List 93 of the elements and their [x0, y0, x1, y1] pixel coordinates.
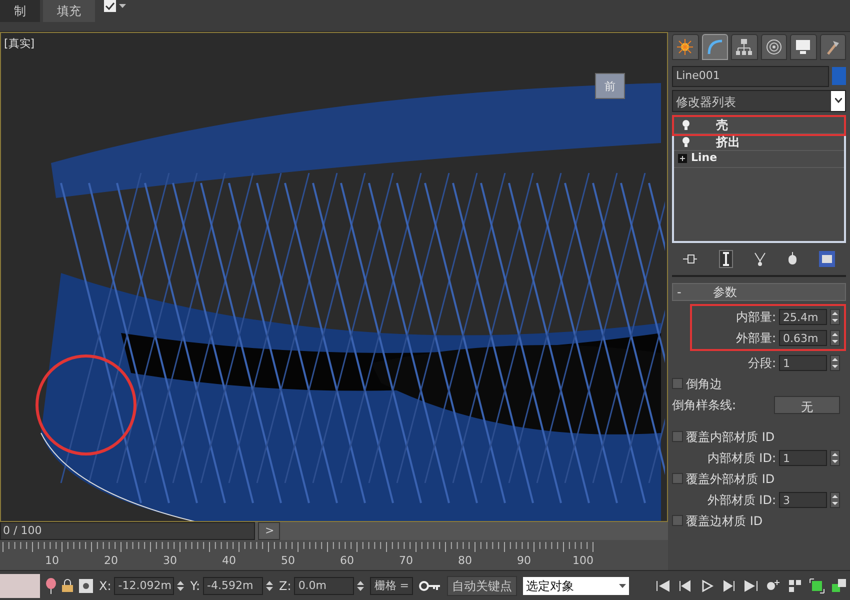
previous-frame-icon[interactable]: [677, 578, 693, 594]
modifier-stack-item[interactable]: Line: [674, 150, 844, 168]
command-tab[interactable]: [731, 34, 758, 60]
viewport[interactable]: [真实] 前: [0, 32, 668, 522]
command-tab[interactable]: [760, 34, 787, 60]
grid-readout: 栅格 =: [370, 576, 414, 594]
spinner-arrows-icon[interactable]: [357, 578, 364, 592]
command-tab[interactable]: [790, 34, 816, 60]
tick-label: 90: [517, 552, 531, 568]
tick-label: 70: [399, 552, 413, 568]
checkbox-label[interactable]: 倒角边: [686, 374, 722, 392]
auto-key-button[interactable]: 自动关键点: [447, 576, 518, 596]
pin-icon[interactable]: [682, 254, 697, 264]
monitor-icon: [795, 39, 812, 55]
timeline-ruler[interactable]: 10 20 30 40 50 60 70 80 90 100: [0, 540, 668, 570]
hierarchy-icon: [736, 39, 752, 55]
next-frame-icon[interactable]: [721, 578, 737, 594]
chevron-icon: [834, 98, 842, 103]
coordinate-label: X:: [99, 578, 112, 594]
lock-icon[interactable]: [62, 579, 73, 592]
spinner-arrows-icon[interactable]: [830, 330, 840, 346]
checkbox[interactable]: [672, 515, 683, 526]
modifier-list-dropdown[interactable]: 修改器列表: [672, 90, 846, 112]
balloon-icon[interactable]: [46, 578, 56, 594]
coordinate-label: Z:: [279, 578, 292, 594]
cubes-icon[interactable]: [831, 578, 847, 594]
spinner-field[interactable]: 1: [779, 354, 827, 370]
spinner-label: 外部量:: [736, 330, 776, 346]
caret-icon[interactable]: [119, 4, 126, 8]
command-tab[interactable]: [820, 34, 846, 60]
selection-dropdown[interactable]: 选定对象: [523, 576, 630, 594]
spinner-label: 内部量:: [736, 308, 776, 326]
spinner-field[interactable]: 25.4m: [779, 308, 827, 324]
checkbox-label[interactable]: 覆盖外部材质 ID: [686, 470, 775, 488]
frame-icon[interactable]: [809, 578, 825, 594]
coordinate-field[interactable]: -12.092m: [114, 576, 174, 594]
caret-icon: [619, 584, 626, 588]
bevel-spline-label: 倒角样条线:: [672, 396, 736, 414]
object-name-field[interactable]: Line001: [672, 66, 829, 86]
tick-label: 30: [163, 552, 177, 568]
spinner-field[interactable]: 0.63m: [779, 330, 827, 346]
bulb-icon[interactable]: [682, 120, 690, 130]
checkbox-label[interactable]: 覆盖内部材质 ID: [686, 428, 775, 446]
color-swatch: [0, 574, 40, 598]
command-tab[interactable]: [672, 34, 698, 60]
pick-spline-button[interactable]: 无: [774, 396, 840, 414]
checkbox[interactable]: [672, 473, 683, 484]
spinner-label: 外部材质 ID:: [707, 492, 776, 508]
go-to-start-icon[interactable]: [655, 578, 671, 594]
spinner-label: 内部材质 ID:: [707, 450, 776, 466]
tick-label: 100: [572, 552, 594, 568]
tick-label: 10: [45, 552, 59, 568]
modifier-stack-item[interactable]: 挤出: [674, 134, 844, 150]
spinner-arrows-icon[interactable]: [177, 578, 184, 592]
coordinate-field[interactable]: 0.0m: [294, 576, 354, 594]
key-icon[interactable]: [419, 580, 442, 590]
fork-icon[interactable]: [754, 252, 766, 266]
spinner-arrows-icon[interactable]: [830, 308, 840, 324]
spinner-arrows-icon[interactable]: [266, 578, 274, 592]
spinner-arrows-icon[interactable]: [830, 354, 840, 370]
spinner-arrows-icon[interactable]: [830, 492, 840, 508]
target-icon: [766, 39, 782, 55]
spinner-field[interactable]: 3: [779, 492, 827, 508]
ribbon-tab[interactable]: 填充: [43, 0, 95, 22]
coordinate-label: Y:: [190, 578, 200, 594]
bulb-icon[interactable]: [682, 136, 690, 146]
spinner-label: 分段:: [748, 354, 776, 372]
tick-label: 50: [281, 552, 295, 568]
spinner-field[interactable]: 1: [779, 450, 827, 466]
sun-icon: [677, 39, 694, 55]
object-color-swatch[interactable]: [832, 67, 846, 86]
rollout-header[interactable]: - 参数: [672, 282, 846, 300]
next-frame-button[interactable]: >: [258, 522, 280, 540]
tick-label: 60: [340, 552, 354, 568]
tick-label: 80: [458, 552, 472, 568]
checkbox-label[interactable]: 覆盖边材质 ID: [686, 512, 763, 530]
grid-zoom-icon[interactable]: [787, 578, 803, 594]
checkbox[interactable]: [672, 378, 683, 389]
go-to-end-icon[interactable]: [743, 578, 759, 594]
spinner-arrows-icon[interactable]: [830, 450, 840, 466]
ribbon-tab[interactable]: 制: [0, 0, 40, 22]
hammer-icon: [824, 39, 841, 55]
checkbox-icon[interactable]: [104, 0, 116, 12]
viewport-label[interactable]: [真实]: [4, 36, 35, 52]
modifier-stack-item[interactable]: 壳: [674, 116, 844, 134]
expand-icon[interactable]: [678, 154, 687, 163]
coordinate-field[interactable]: -4.592m: [203, 576, 264, 594]
checkbox[interactable]: [672, 431, 683, 442]
time-slider-thumb[interactable]: 0 / 100: [0, 522, 255, 540]
mouse-icon[interactable]: [788, 252, 798, 265]
arc-icon: [706, 39, 723, 55]
tick-label: 40: [222, 552, 236, 568]
tick-label: 20: [104, 552, 118, 568]
